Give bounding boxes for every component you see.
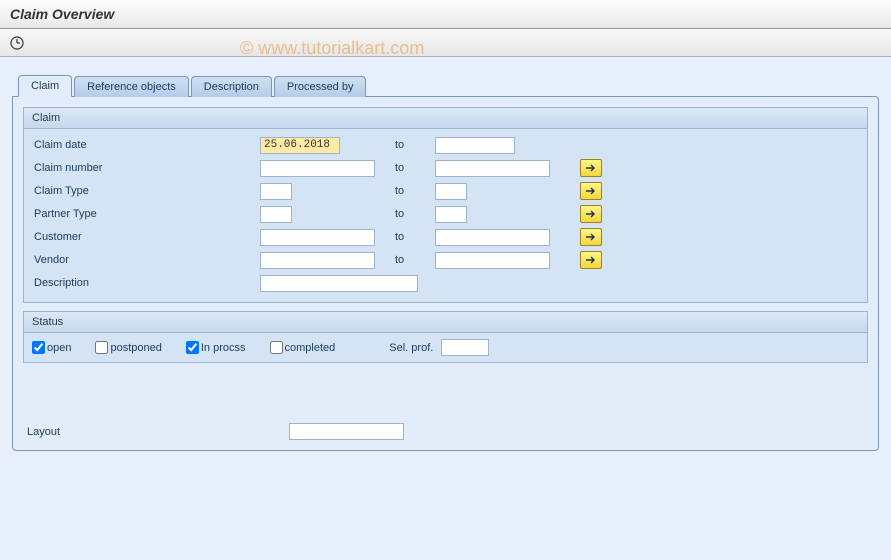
group-claim-body: Claim date to Claim number to Cl bbox=[24, 129, 867, 302]
multi-select-vendor[interactable] bbox=[580, 251, 602, 269]
input-vendor-from[interactable] bbox=[260, 252, 375, 269]
check-in-process-wrap: In procss bbox=[186, 341, 246, 354]
page-title: Claim Overview bbox=[10, 6, 881, 22]
check-postponed-label: postponed bbox=[110, 342, 161, 354]
label-description: Description bbox=[32, 277, 260, 289]
row-claim-date: Claim date to bbox=[32, 135, 859, 155]
input-description[interactable] bbox=[260, 275, 418, 292]
input-claim-type-from[interactable] bbox=[260, 183, 292, 200]
check-in-process-label: In procss bbox=[201, 342, 246, 354]
row-partner-type: Partner Type to bbox=[32, 204, 859, 224]
check-completed[interactable] bbox=[270, 341, 283, 354]
label-claim-type: Claim Type bbox=[32, 185, 260, 197]
execute-icon[interactable] bbox=[8, 34, 26, 52]
tabstrip: Claim Reference objects Description Proc… bbox=[18, 75, 879, 97]
input-layout[interactable] bbox=[289, 423, 404, 440]
input-vendor-to[interactable] bbox=[435, 252, 550, 269]
input-sel-prof[interactable] bbox=[441, 339, 489, 356]
row-layout: Layout bbox=[23, 423, 868, 440]
check-open[interactable] bbox=[32, 341, 45, 354]
tab-description[interactable]: Description bbox=[191, 76, 272, 97]
check-completed-label: completed bbox=[285, 342, 336, 354]
main-content: Claim Reference objects Description Proc… bbox=[0, 57, 891, 559]
multi-select-customer[interactable] bbox=[580, 228, 602, 246]
input-claim-date-to[interactable] bbox=[435, 137, 515, 154]
label-claim-number-to: to bbox=[375, 162, 435, 174]
label-sel-prof: Sel. prof. bbox=[389, 342, 433, 354]
label-partner-type-to: to bbox=[375, 208, 435, 220]
tab-processed-by[interactable]: Processed by bbox=[274, 76, 367, 97]
label-customer: Customer bbox=[32, 231, 260, 243]
label-customer-to: to bbox=[375, 231, 435, 243]
group-status: Status open postponed In procss complete… bbox=[23, 311, 868, 363]
label-claim-date-to: to bbox=[375, 139, 435, 151]
multi-select-partner-type[interactable] bbox=[580, 205, 602, 223]
label-claim-type-to: to bbox=[375, 185, 435, 197]
row-claim-number: Claim number to bbox=[32, 158, 859, 178]
check-open-wrap: open bbox=[32, 341, 71, 354]
tab-claim[interactable]: Claim bbox=[18, 75, 72, 97]
input-claim-type-to[interactable] bbox=[435, 183, 467, 200]
row-customer: Customer to bbox=[32, 227, 859, 247]
tab-reference-objects[interactable]: Reference objects bbox=[74, 76, 189, 97]
label-vendor: Vendor bbox=[32, 254, 260, 266]
group-claim-header: Claim bbox=[24, 108, 867, 129]
title-bar: Claim Overview bbox=[0, 0, 891, 29]
row-claim-type: Claim Type to bbox=[32, 181, 859, 201]
label-vendor-to: to bbox=[375, 254, 435, 266]
check-postponed[interactable] bbox=[95, 341, 108, 354]
row-description: Description bbox=[32, 273, 859, 293]
label-claim-number: Claim number bbox=[32, 162, 260, 174]
input-customer-from[interactable] bbox=[260, 229, 375, 246]
input-claim-number-from[interactable] bbox=[260, 160, 375, 177]
label-partner-type: Partner Type bbox=[32, 208, 260, 220]
label-claim-date: Claim date bbox=[32, 139, 260, 151]
toolbar bbox=[0, 29, 891, 57]
input-partner-type-to[interactable] bbox=[435, 206, 467, 223]
input-customer-to[interactable] bbox=[435, 229, 550, 246]
check-in-process[interactable] bbox=[186, 341, 199, 354]
label-layout: Layout bbox=[27, 426, 289, 438]
sel-prof-wrap: Sel. prof. bbox=[389, 339, 489, 356]
input-partner-type-from[interactable] bbox=[260, 206, 292, 223]
check-postponed-wrap: postponed bbox=[95, 341, 161, 354]
row-vendor: Vendor to bbox=[32, 250, 859, 270]
input-claim-number-to[interactable] bbox=[435, 160, 550, 177]
group-status-body: open postponed In procss completed Sel. … bbox=[24, 333, 867, 362]
multi-select-claim-number[interactable] bbox=[580, 159, 602, 177]
tab-panel-claim: Claim Claim date to Claim number to bbox=[12, 96, 879, 451]
check-open-label: open bbox=[47, 342, 71, 354]
group-status-header: Status bbox=[24, 312, 867, 333]
check-completed-wrap: completed bbox=[270, 341, 336, 354]
multi-select-claim-type[interactable] bbox=[580, 182, 602, 200]
group-claim: Claim Claim date to Claim number to bbox=[23, 107, 868, 303]
input-claim-date-from[interactable] bbox=[260, 137, 340, 154]
